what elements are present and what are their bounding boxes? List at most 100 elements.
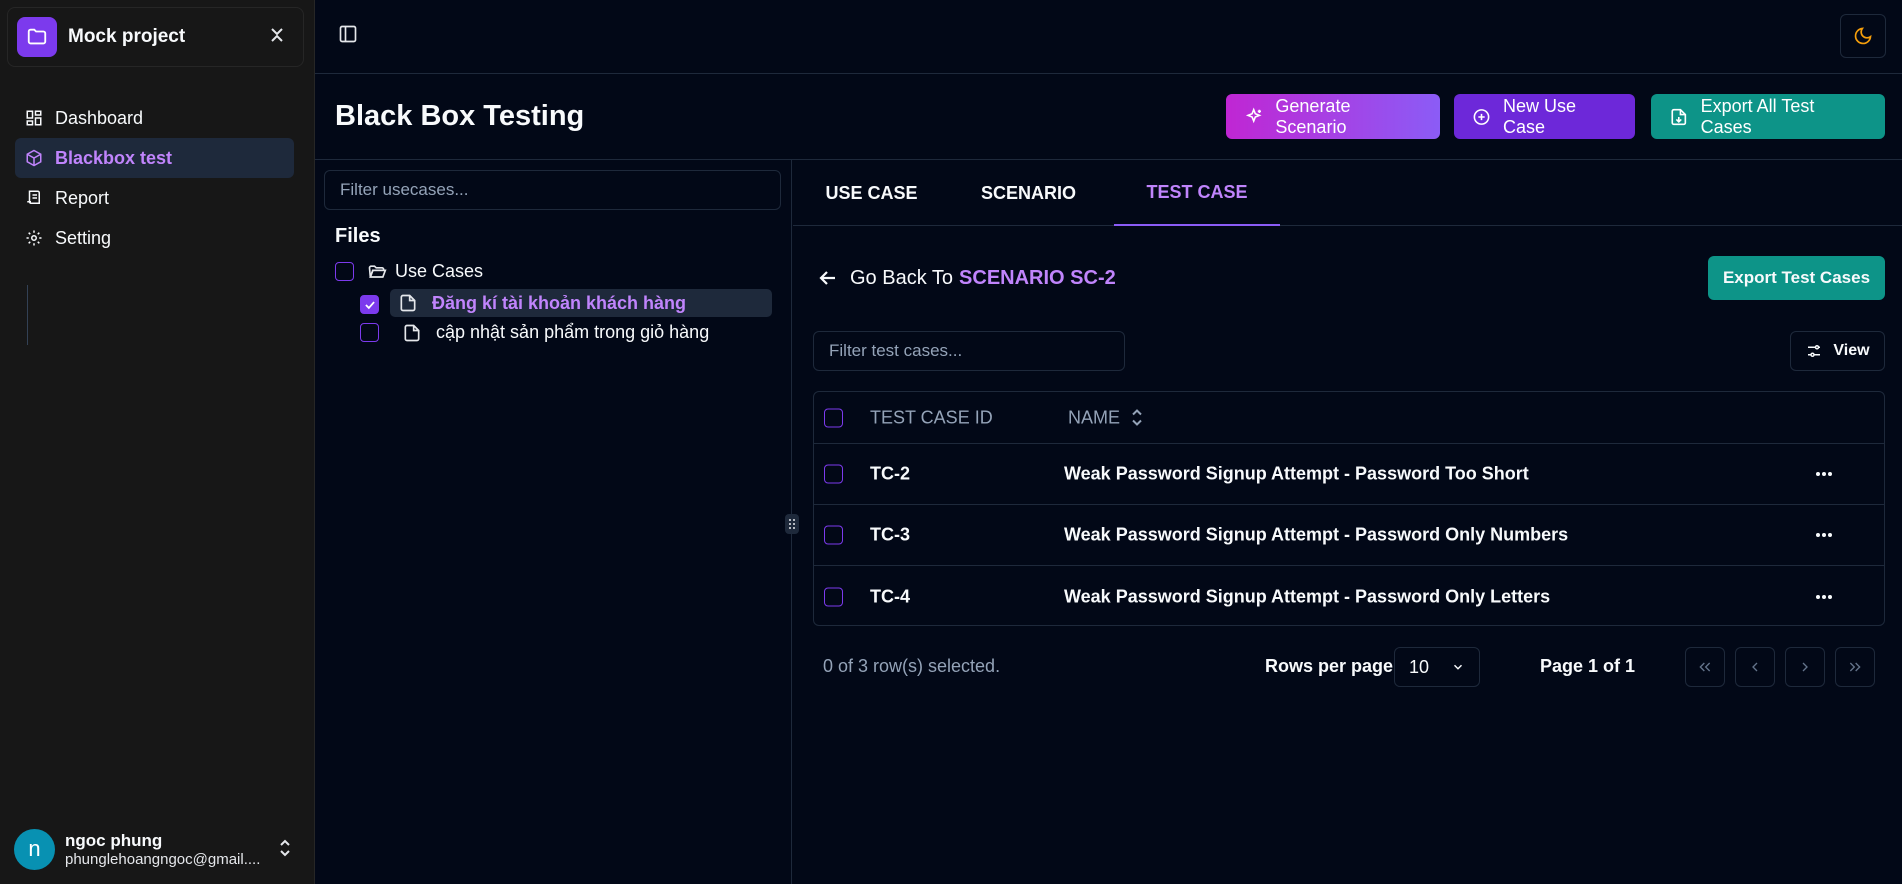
- next-page-button[interactable]: [1785, 647, 1825, 687]
- checkbox-checked[interactable]: [360, 295, 379, 314]
- chevrons-right-icon: [1849, 662, 1861, 672]
- more-icon[interactable]: [1815, 594, 1833, 600]
- generate-scenario-button[interactable]: Generate Scenario: [1226, 94, 1440, 139]
- chevrons-left-icon: [1699, 662, 1711, 672]
- sort-icon: [1132, 409, 1142, 426]
- row-id: TC-4: [870, 586, 910, 606]
- table-row[interactable]: TC-4 Weak Password Signup Attempt - Pass…: [814, 566, 1884, 625]
- sidebar-item-label: Setting: [55, 227, 112, 248]
- gear-icon: [26, 230, 42, 246]
- file-item-cap-nhat[interactable]: cập nhật sản phẩm trong giỏ hàng: [355, 322, 709, 343]
- sliders-icon: [1808, 345, 1821, 357]
- table-header: TEST CASE ID NAME: [814, 392, 1884, 444]
- project-name: Mock project: [68, 26, 186, 47]
- avatar: n: [14, 828, 55, 870]
- chevron-left-icon: [1752, 662, 1758, 672]
- tree-guide-line: [27, 285, 28, 345]
- new-use-case-label: New Use Case: [1503, 95, 1577, 137]
- sidebar-item-label: Report: [55, 187, 110, 208]
- chevron-down-icon: [1453, 664, 1463, 670]
- test-cases-table: TEST CASE ID NAME TC-2 Weak Password Sig…: [813, 391, 1885, 626]
- sidebar-nav: Dashboard Blackbox test Report Setting: [15, 98, 294, 258]
- more-icon[interactable]: [1815, 471, 1833, 477]
- row-id: TC-2: [870, 463, 910, 484]
- project-switcher[interactable]: Mock project: [7, 7, 304, 67]
- plus-circle-icon: [1473, 108, 1490, 125]
- sidebar-item-label: Blackbox test: [55, 147, 173, 168]
- sidebar-item-setting[interactable]: Setting: [15, 218, 294, 258]
- file-item-dang-ki[interactable]: Đăng kí tài khoản khách hàng: [390, 289, 772, 317]
- tab-scenario[interactable]: SCENARIO: [950, 160, 1107, 226]
- go-back-link[interactable]: Go Back To SCENARIO SC-2: [816, 266, 1116, 290]
- row-checkbox[interactable]: [824, 587, 843, 606]
- filter-test-cases-input[interactable]: [813, 331, 1125, 371]
- rows-per-page-select[interactable]: 10: [1394, 647, 1480, 687]
- chevrons-icon: [269, 24, 285, 51]
- chevrons-up-down-icon: [278, 838, 292, 863]
- row-name: Weak Password Signup Attempt - Password …: [1064, 524, 1569, 545]
- table-row[interactable]: TC-3 Weak Password Signup Attempt - Pass…: [814, 505, 1884, 566]
- file-label: Đăng kí tài khoản khách hàng: [432, 292, 687, 313]
- user-email: phunglehoangngoc@gmail....: [65, 850, 261, 868]
- row-name: Weak Password Signup Attempt - Password …: [1064, 586, 1551, 606]
- sparkles-icon: [1245, 107, 1262, 123]
- table-row[interactable]: TC-2 Weak Password Signup Attempt - Pass…: [814, 444, 1884, 505]
- more-icon[interactable]: [1815, 532, 1833, 538]
- pagination: 0 of 3 row(s) selected. Rows per page 10…: [793, 640, 1902, 690]
- user-menu[interactable]: n ngoc phung phunglehoangngoc@gmail....: [14, 828, 304, 870]
- header-name-label: NAME: [1068, 407, 1121, 427]
- check-icon: [364, 300, 375, 309]
- box-icon: [26, 149, 42, 167]
- sidebar-toggle-icon[interactable]: [338, 24, 358, 49]
- prev-page-button[interactable]: [1735, 647, 1775, 687]
- rows-per-page-label: Rows per page: [1265, 656, 1394, 676]
- folder-checkbox[interactable]: [335, 262, 354, 281]
- user-name: ngoc phung: [65, 830, 163, 850]
- row-checkbox[interactable]: [824, 525, 843, 545]
- export-all-test-cases-button[interactable]: Export All Test Cases: [1651, 94, 1885, 139]
- dashboard-icon: [26, 110, 42, 126]
- tab-test-case[interactable]: TEST CASE: [1114, 160, 1280, 226]
- last-page-button[interactable]: [1835, 647, 1875, 687]
- top-bar: [315, 0, 1902, 74]
- sidebar: Mock project Dashboard Blackbox test Rep…: [0, 0, 315, 884]
- row-name: Weak Password Signup Attempt - Password …: [1064, 463, 1529, 484]
- select-all-checkbox[interactable]: [824, 408, 843, 427]
- tree-folder-use-cases[interactable]: Use Cases: [335, 261, 483, 282]
- first-page-button[interactable]: [1685, 647, 1725, 687]
- generate-scenario-label: Generate Scenario: [1275, 95, 1351, 137]
- sidebar-item-report[interactable]: Report: [15, 178, 294, 218]
- folder-open-icon: [368, 264, 387, 278]
- sidebar-item-dashboard[interactable]: Dashboard: [15, 98, 294, 138]
- test-case-pane: USE CASE SCENARIO TEST CASE Go Back To S…: [793, 160, 1902, 884]
- folder-label: Use Cases: [395, 261, 484, 281]
- go-back-target: SCENARIO SC-2: [959, 266, 1116, 289]
- selection-count: 0 of 3 row(s) selected.: [823, 656, 1001, 676]
- export-test-cases-button[interactable]: Export Test Cases: [1708, 256, 1885, 300]
- page-title: Black Box Testing: [335, 100, 585, 132]
- filter-usecases-input[interactable]: [324, 170, 781, 210]
- sidebar-item-label: Dashboard: [55, 107, 144, 128]
- sidebar-item-blackbox[interactable]: Blackbox test: [15, 138, 294, 178]
- arrow-left-icon: [819, 271, 835, 285]
- page-indicator: Page 1 of 1: [1540, 656, 1636, 676]
- file-download-icon: [1671, 108, 1687, 125]
- view-options-button[interactable]: View: [1790, 331, 1885, 371]
- file-checkbox-2[interactable]: [360, 323, 379, 342]
- file-label: cập nhật sản phẩm trong giỏ hàng: [436, 322, 710, 342]
- tab-use-case[interactable]: USE CASE: [793, 160, 950, 226]
- theme-toggle-button[interactable]: [1840, 14, 1886, 58]
- file-icon: [404, 324, 420, 341]
- go-back-prefix: Go Back To: [850, 266, 954, 289]
- chevron-right-icon: [1802, 662, 1808, 672]
- report-icon: [27, 190, 40, 204]
- file-checkbox-1[interactable]: [360, 295, 379, 314]
- page-header: Black Box Testing Generate Scenario New …: [315, 74, 1902, 160]
- row-checkbox[interactable]: [824, 464, 843, 484]
- new-use-case-button[interactable]: New Use Case: [1454, 94, 1635, 139]
- files-pane: Files Use Cases: [315, 160, 792, 884]
- tabs: USE CASE SCENARIO TEST CASE: [793, 160, 1902, 226]
- header-name[interactable]: NAME: [1068, 407, 1144, 428]
- export-all-label: Export All Test Cases: [1700, 95, 1815, 137]
- header-test-case-id: TEST CASE ID: [870, 407, 993, 427]
